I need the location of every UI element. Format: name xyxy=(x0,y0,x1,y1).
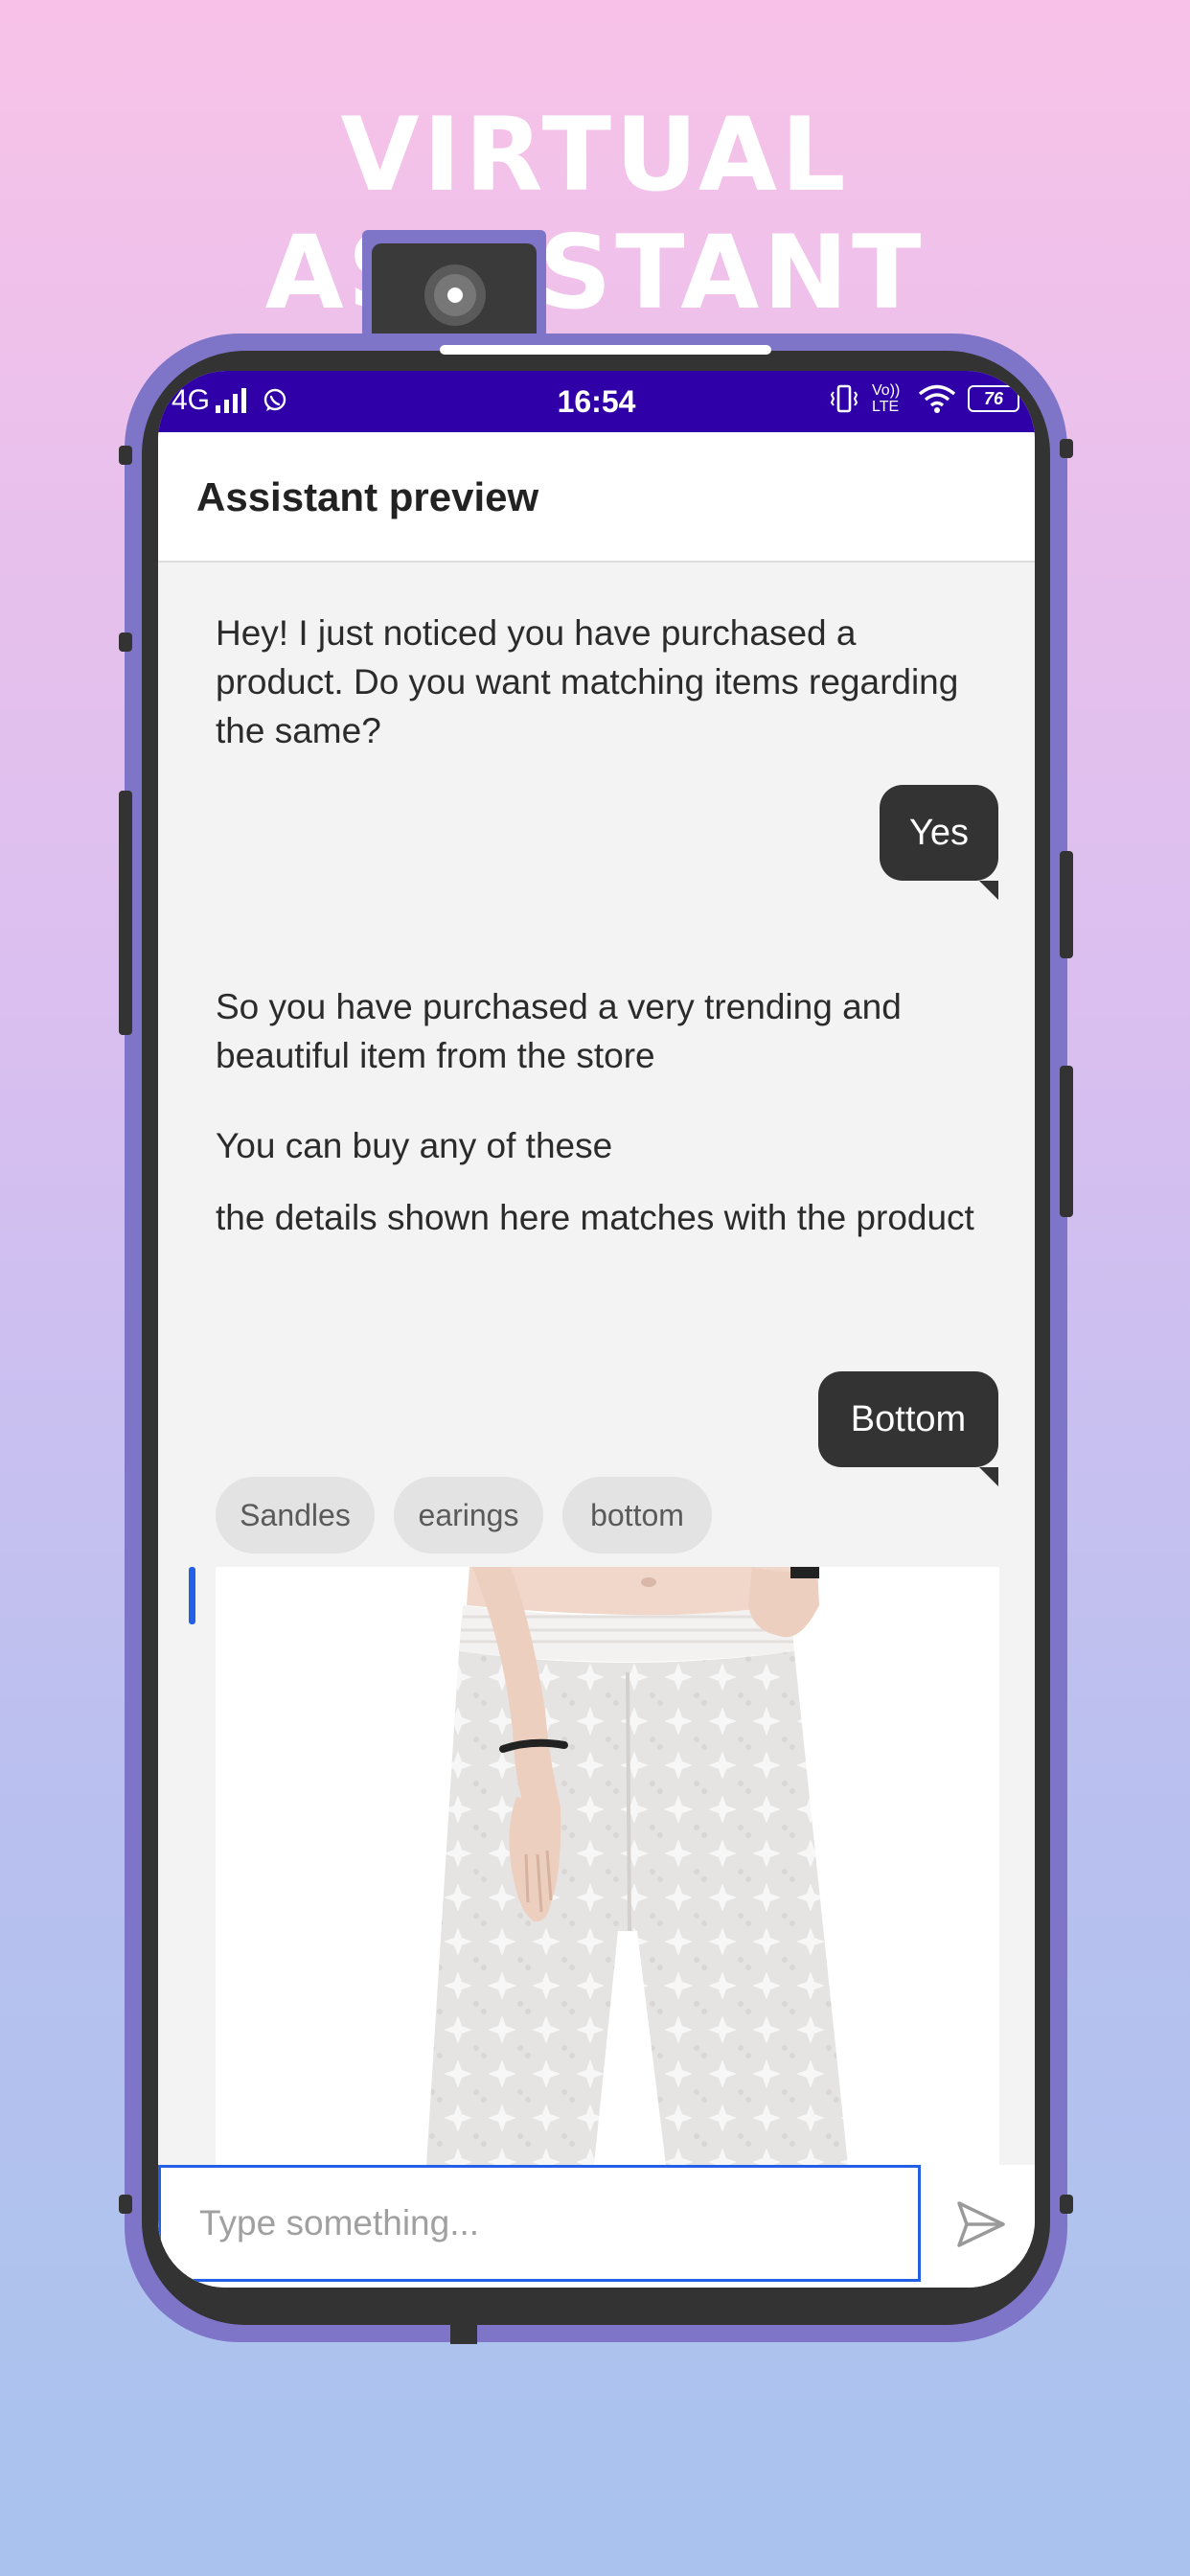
send-icon[interactable] xyxy=(950,2194,1011,2255)
earpiece xyxy=(440,345,771,355)
message-composer xyxy=(158,2165,1035,2288)
user-message-bubble: Bottom xyxy=(818,1371,998,1467)
bot-message: You can buy any of these xyxy=(216,1126,613,1165)
quick-reply-chip[interactable]: bottom xyxy=(562,1477,712,1553)
phone-side-button xyxy=(1060,1066,1073,1217)
phone-power-button xyxy=(1060,851,1073,958)
app-bar: Assistant preview xyxy=(158,432,1035,563)
phone-screen: 4G 16:54 Vo)) LTE 76 Assistant preview H… xyxy=(158,371,1035,2288)
bot-message: Hey! I just noticed you have purchased a… xyxy=(216,613,959,750)
bot-message: the details shown here matches with the … xyxy=(216,1198,974,1237)
volte-indicator: Vo)) LTE xyxy=(872,382,901,415)
product-photo xyxy=(216,1567,999,2165)
message-input[interactable] xyxy=(158,2165,921,2282)
phone-side-button xyxy=(119,632,132,652)
status-bar: 4G 16:54 Vo)) LTE 76 xyxy=(158,371,1035,432)
quick-reply-chip[interactable]: Sandles xyxy=(216,1477,375,1553)
camera-lens-icon xyxy=(424,264,486,326)
user-message: Bottom xyxy=(850,1399,967,1439)
phone-volume-button xyxy=(119,791,132,1035)
phone-side-button xyxy=(119,446,132,465)
banner-title: VIRTUAL ASSISTANT xyxy=(264,96,926,332)
page-title: Assistant preview xyxy=(196,474,539,519)
phone-side-button xyxy=(1060,2195,1073,2214)
bot-message: So you have purchased a very trending an… xyxy=(216,987,902,1075)
phone-side-button xyxy=(1060,439,1073,458)
phone-side-button xyxy=(119,2195,132,2214)
bubble-tail xyxy=(979,881,998,900)
phone-bottom-port xyxy=(450,2319,477,2344)
wifi-icon xyxy=(918,384,956,413)
user-message-bubble: Yes xyxy=(880,785,998,881)
user-message: Yes xyxy=(909,813,969,853)
quick-reply-chip[interactable]: earings xyxy=(394,1477,543,1553)
battery-indicator: 76 xyxy=(968,385,1019,412)
bubble-tail xyxy=(979,1467,998,1486)
product-image[interactable] xyxy=(216,1567,999,2165)
vibrate-icon xyxy=(830,384,858,413)
focus-indicator xyxy=(189,1567,195,1624)
